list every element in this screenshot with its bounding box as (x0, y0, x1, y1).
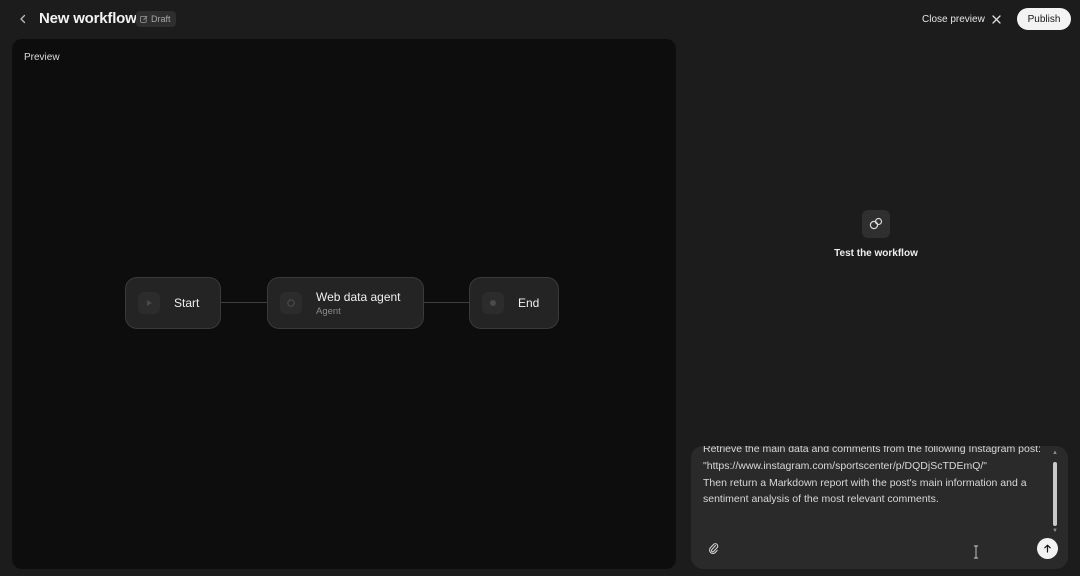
agent-icon (280, 292, 302, 314)
stop-icon (482, 292, 504, 314)
node-start-title: Start (174, 296, 200, 310)
publish-button[interactable]: Publish (1017, 8, 1071, 30)
node-end[interactable]: End (469, 277, 559, 329)
paperclip-icon (708, 543, 718, 554)
message-input[interactable]: Retrieve the main data and comments from… (703, 446, 1048, 508)
scrollbar-thumb[interactable] (1053, 462, 1057, 526)
status-badge: Draft (136, 11, 176, 27)
node-web-data-agent[interactable]: Web data agent Agent (267, 277, 424, 329)
preview-canvas[interactable]: Preview Start Web data agent Agent End (12, 39, 676, 569)
arrow-up-icon (1044, 544, 1051, 553)
connector-agent-end (423, 302, 469, 303)
play-icon (138, 292, 160, 314)
status-badge-label: Draft (151, 14, 171, 24)
node-end-title: End (518, 296, 540, 310)
composer-scrollbar[interactable]: ▲ ▼ (1052, 450, 1058, 534)
node-agent-title: Web data agent (316, 289, 401, 304)
back-button[interactable] (14, 10, 32, 28)
connector-start-agent (221, 302, 267, 303)
text-cursor-icon (973, 545, 979, 559)
close-preview-button[interactable]: Close preview (922, 10, 1001, 28)
test-workflow-label: Test the workflow (834, 248, 918, 259)
chat-bubbles-icon (862, 210, 890, 238)
edit-icon (140, 15, 148, 23)
node-agent-subtitle: Agent (316, 305, 341, 317)
scroll-down-icon[interactable]: ▼ (1052, 528, 1058, 534)
node-start[interactable]: Start (125, 277, 221, 329)
top-bar: New workflow Draft Close preview Publish (0, 0, 1080, 38)
attach-button[interactable] (705, 540, 721, 556)
close-icon (992, 14, 1001, 24)
send-button[interactable] (1037, 538, 1058, 559)
preview-label: Preview (24, 52, 60, 63)
close-preview-label: Close preview (922, 13, 985, 25)
message-composer[interactable]: Retrieve the main data and comments from… (691, 446, 1068, 569)
page-title: New workflow (39, 10, 137, 27)
chevron-left-icon (20, 14, 26, 24)
scroll-up-icon[interactable]: ▲ (1052, 450, 1058, 456)
test-workflow-area: Test the workflow (800, 210, 952, 270)
